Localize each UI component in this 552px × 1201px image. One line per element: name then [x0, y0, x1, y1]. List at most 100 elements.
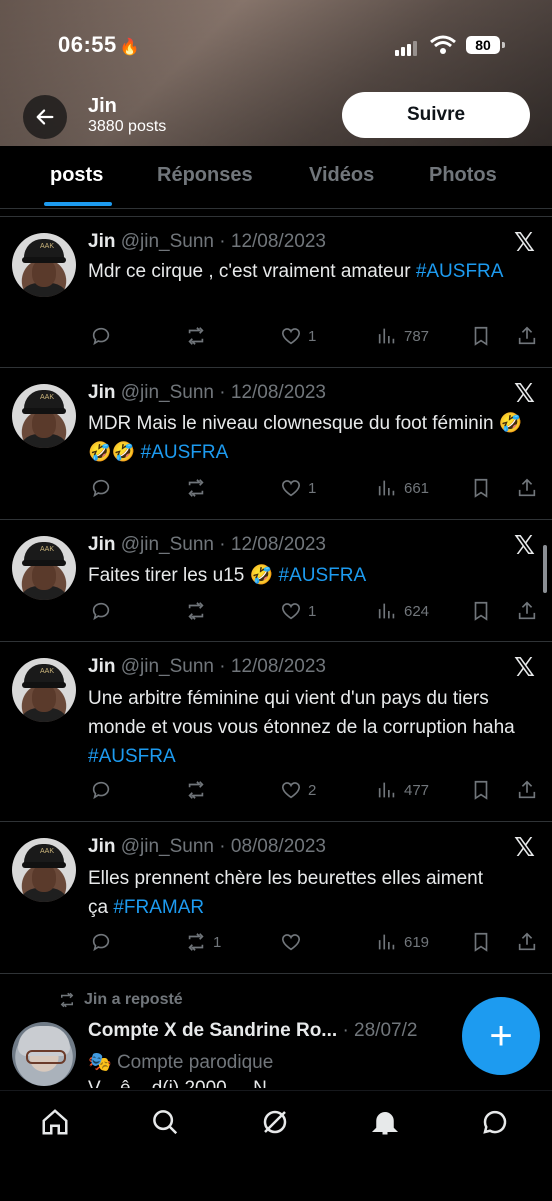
tweet[interactable]: AAK Jin @jin_Sunn · 12/08/2023 𝕏 Mdr ce …	[0, 217, 552, 368]
tweet-date[interactable]: 12/08/2023	[231, 534, 326, 555]
tab-videos[interactable]: Vidéos	[309, 164, 374, 187]
retweet-button[interactable]	[185, 477, 213, 499]
repost-label[interactable]: Jin a reposté	[84, 991, 183, 1009]
tab-replies[interactable]: Réponses	[157, 164, 253, 187]
tweet[interactable]: AAK Jin @jin_Sunn · 12/08/2023 𝕏 Une arb…	[0, 642, 552, 822]
tweet-date[interactable]: 12/08/2023	[231, 656, 326, 677]
hashtag[interactable]: #FRAMAR	[113, 897, 204, 918]
mask-icon: 🎭	[88, 1052, 112, 1073]
grok-icon[interactable]	[260, 1107, 290, 1137]
author-handle[interactable]: @jin_Sunn	[121, 656, 214, 677]
views-button[interactable]: 661	[376, 477, 429, 499]
post-count: 3880 posts	[88, 118, 167, 135]
author-name[interactable]: Jin	[88, 656, 115, 677]
x-logo-icon[interactable]: 𝕏	[514, 832, 535, 863]
search-icon[interactable]	[150, 1107, 180, 1137]
home-icon[interactable]	[40, 1107, 70, 1137]
back-button[interactable]	[23, 95, 67, 139]
share-button[interactable]	[516, 477, 538, 499]
retweet-button[interactable]	[185, 600, 213, 622]
author-name[interactable]: Jin	[88, 836, 115, 857]
author-handle[interactable]: @jin_Sunn	[121, 382, 214, 403]
tweet-text: Mdr ce cirque , c'est vraiment amateur #…	[88, 261, 504, 282]
views-button[interactable]: 477	[376, 779, 429, 801]
avatar[interactable]: AAK	[12, 658, 76, 722]
tweet-date[interactable]: 12/08/2023	[231, 382, 326, 403]
avatar[interactable]	[12, 1022, 76, 1086]
views-button[interactable]: 787	[376, 325, 429, 347]
reply-button[interactable]	[90, 779, 112, 801]
bookmark-button[interactable]	[470, 931, 492, 953]
tweet-text: Elles prennent chère les beurettes elles…	[88, 868, 484, 918]
avatar[interactable]: AAK	[12, 838, 76, 902]
like-button[interactable]: 2	[280, 779, 316, 801]
tab-photos[interactable]: Photos	[429, 164, 497, 187]
tweet[interactable]: AAK Jin @jin_Sunn · 12/08/2023 𝕏 Faites …	[0, 520, 552, 642]
author-name[interactable]: Jin	[88, 231, 115, 252]
avatar[interactable]: AAK	[12, 536, 76, 600]
hashtag[interactable]: #AUSFRA	[279, 565, 367, 586]
follow-button[interactable]: Suivre	[342, 92, 530, 138]
like-button[interactable]: 1	[280, 325, 316, 347]
avatar[interactable]: AAK	[12, 233, 76, 297]
retweet-icon	[60, 992, 74, 1008]
author-handle[interactable]: @jin_Sunn	[121, 534, 214, 555]
compose-button[interactable]: +	[462, 997, 540, 1075]
bookmark-button[interactable]	[470, 600, 492, 622]
like-button[interactable]: 1	[280, 600, 316, 622]
notifications-icon[interactable]	[370, 1107, 400, 1137]
signal-icon	[395, 38, 423, 56]
retweet-icon	[188, 602, 204, 620]
tab-posts[interactable]: posts	[50, 164, 103, 187]
views-button[interactable]: 624	[376, 600, 429, 622]
bookmark-button[interactable]	[470, 477, 492, 499]
reply-icon	[92, 479, 110, 498]
avatar[interactable]: AAK	[12, 384, 76, 448]
bookmark-icon	[474, 780, 488, 800]
author-name[interactable]: Compte X de Sandrine Ro...	[88, 1020, 337, 1041]
tweet-date[interactable]: 08/08/2023	[231, 836, 326, 857]
hashtag[interactable]: #AUSFRA	[88, 746, 176, 767]
like-button[interactable]: 1	[280, 477, 316, 499]
views-icon	[378, 328, 395, 344]
views-button[interactable]: 619	[376, 931, 429, 953]
share-button[interactable]	[516, 600, 538, 622]
retweet-button[interactable]	[185, 779, 213, 801]
author-handle[interactable]: @jin_Sunn	[121, 231, 214, 252]
tweet[interactable]: AAK Jin @jin_Sunn · 12/08/2023 𝕏 MDR Mai…	[0, 368, 552, 520]
x-logo-icon[interactable]: 𝕏	[514, 530, 535, 561]
scrollbar[interactable]	[543, 545, 547, 593]
author-handle[interactable]: @jin_Sunn	[121, 836, 214, 857]
battery-indicator: 80	[466, 36, 505, 54]
tweet-header: Jin @jin_Sunn · 08/08/2023	[88, 836, 326, 857]
x-logo-icon[interactable]: 𝕏	[514, 227, 535, 258]
x-logo-icon[interactable]: 𝕏	[514, 652, 535, 683]
x-logo-icon[interactable]: 𝕏	[514, 378, 535, 409]
like-button[interactable]	[280, 931, 308, 953]
bookmark-button[interactable]	[470, 779, 492, 801]
retweet-button[interactable]	[185, 325, 213, 347]
bookmark-icon	[474, 478, 488, 498]
share-icon	[518, 326, 536, 345]
hashtag[interactable]: #AUSFRA	[416, 261, 504, 282]
bookmark-button[interactable]	[470, 325, 492, 347]
author-name[interactable]: Jin	[88, 382, 115, 403]
tweet-actions: 1 624	[88, 600, 540, 624]
tweet[interactable]: AAK Jin @jin_Sunn · 08/08/2023 𝕏 Elles p…	[0, 822, 552, 974]
view-count: 477	[404, 781, 430, 799]
share-button[interactable]	[516, 325, 538, 347]
tweet-date[interactable]: · 28/07/2	[342, 1020, 417, 1041]
hashtag[interactable]: #AUSFRA	[141, 442, 229, 463]
reply-icon	[92, 933, 110, 952]
reply-button[interactable]	[90, 477, 112, 499]
tweet-date[interactable]: 12/08/2023	[231, 231, 326, 252]
tweet-header: Jin @jin_Sunn · 12/08/2023	[88, 382, 326, 403]
author-name[interactable]: Jin	[88, 534, 115, 555]
retweet-button[interactable]: 1	[185, 931, 221, 953]
reply-button[interactable]	[90, 325, 112, 347]
messages-icon[interactable]	[480, 1107, 510, 1137]
share-button[interactable]	[516, 779, 538, 801]
reply-button[interactable]	[90, 931, 112, 953]
reply-button[interactable]	[90, 600, 112, 622]
share-button[interactable]	[516, 931, 538, 953]
